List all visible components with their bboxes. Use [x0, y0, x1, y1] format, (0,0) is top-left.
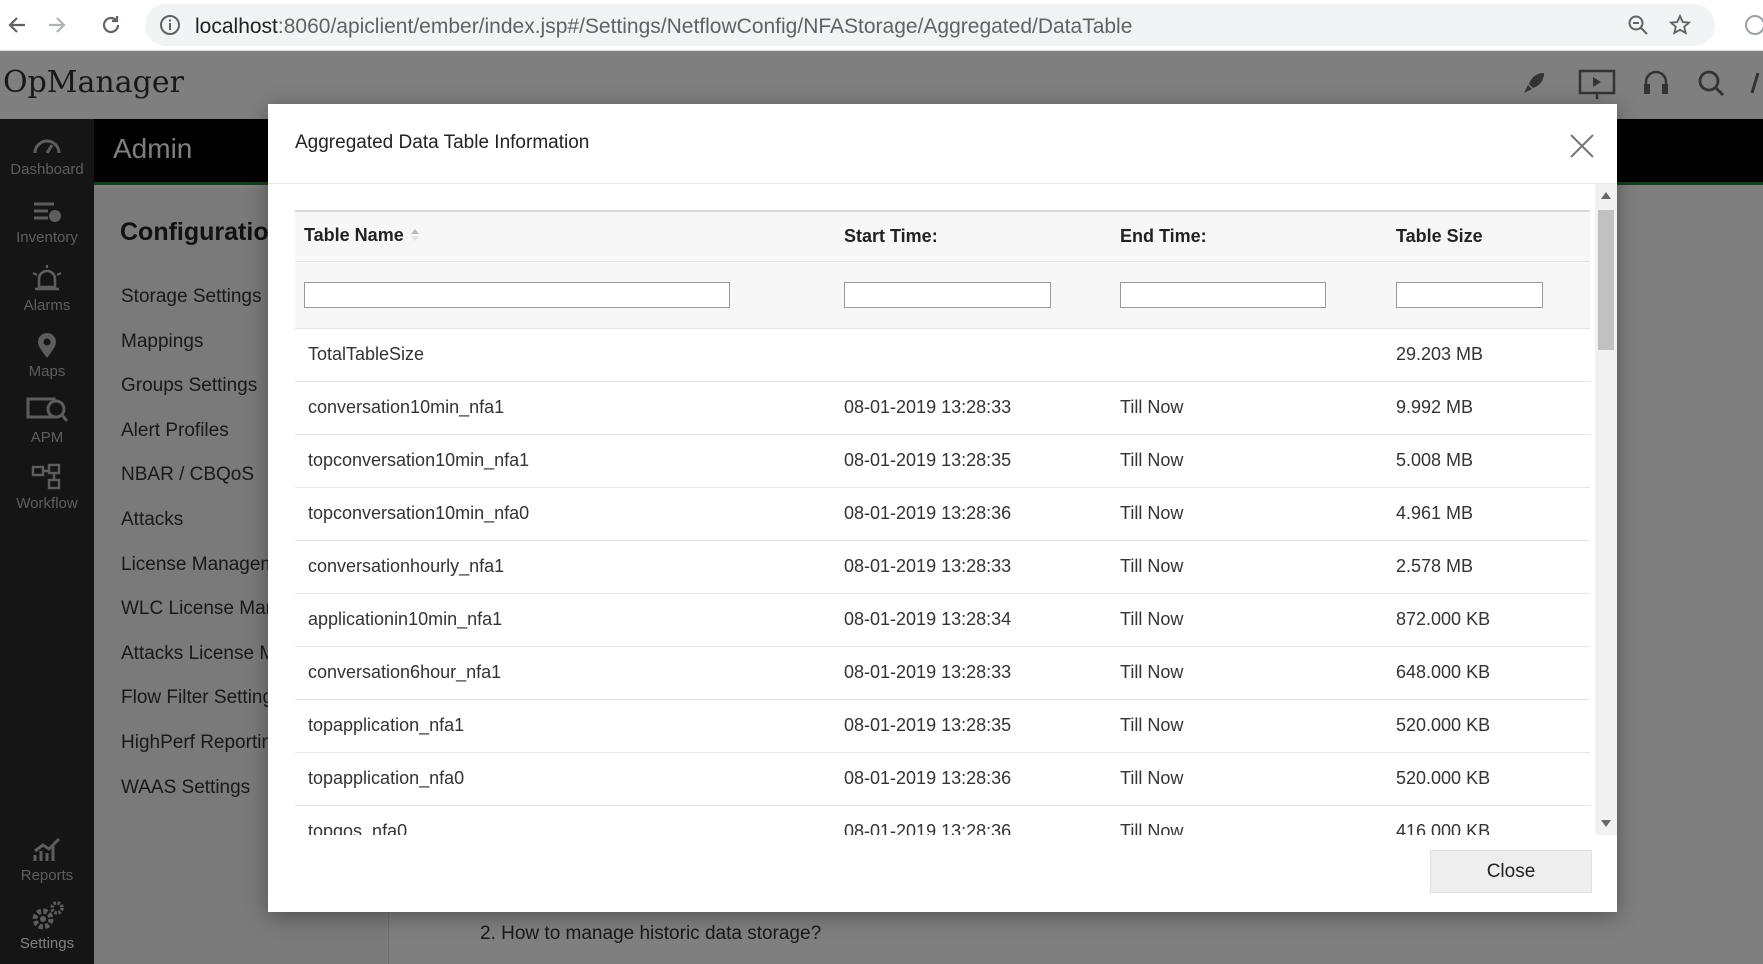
- cell-end-time: Till Now: [1111, 752, 1387, 806]
- close-button[interactable]: Close: [1430, 850, 1592, 893]
- modal-title: Aggregated Data Table Information: [295, 132, 590, 153]
- cell-table-size: 648.000 KB: [1387, 646, 1590, 700]
- cell-start-time: 08-01-2019 13:28:35: [835, 699, 1111, 753]
- data-table-modal: Aggregated Data Table Information Table …: [268, 104, 1617, 912]
- cell-table-size: 4.961 MB: [1387, 487, 1590, 541]
- cell-table-size: 9.992 MB: [1387, 381, 1590, 435]
- cell-table-size: 29.203 MB: [1387, 328, 1590, 382]
- url-host: localhost: [195, 15, 278, 38]
- cell-table-size: 520.000 KB: [1387, 752, 1590, 806]
- column-header-start-time[interactable]: Start Time:: [835, 210, 1111, 262]
- info-icon[interactable]: [159, 14, 181, 41]
- cell-table-size: 872.000 KB: [1387, 593, 1590, 647]
- filter-table-size-input[interactable]: [1396, 281, 1543, 308]
- cell-start-time: [835, 328, 1111, 382]
- cell-table-size: 416.000 KB: [1387, 805, 1590, 835]
- reload-icon[interactable]: [96, 10, 126, 40]
- column-header-label: Table Name: [304, 225, 404, 246]
- star-icon[interactable]: [1668, 13, 1692, 41]
- column-header-table-size[interactable]: Table Size: [1387, 210, 1590, 262]
- cell-start-time: 08-01-2019 13:28:35: [835, 434, 1111, 488]
- cell-end-time: Till Now: [1111, 699, 1387, 753]
- filter-end-time-input[interactable]: [1120, 281, 1326, 308]
- cell-end-time: Till Now: [1111, 540, 1387, 594]
- table-row[interactable]: topapplication_nfa0 08-01-2019 13:28:36 Ti…: [295, 752, 1590, 806]
- back-arrow-icon[interactable]: [2, 10, 32, 40]
- filter-start-time-input[interactable]: [844, 281, 1051, 308]
- table-row[interactable]: TotalTableSize 29.203 MB: [295, 328, 1590, 382]
- filter-row: [295, 261, 1590, 329]
- cell-end-time: [1111, 328, 1387, 382]
- table-row[interactable]: topconversation10min_nfa0 08-01-2019 13:2…: [295, 487, 1590, 541]
- cell-table-size: 2.578 MB: [1387, 540, 1590, 594]
- cell-start-time: 08-01-2019 13:28:34: [835, 593, 1111, 647]
- filter-table-name-input[interactable]: [304, 281, 730, 308]
- cell-table-name: conversation6hour_nfa1: [295, 646, 835, 700]
- vertical-scrollbar[interactable]: [1595, 184, 1617, 835]
- table-container[interactable]: Table Name Start Time: End Time: Table S…: [295, 210, 1590, 835]
- scrollbar-thumb[interactable]: [1598, 210, 1614, 350]
- cell-table-size: 520.000 KB: [1387, 699, 1590, 753]
- cell-end-time: Till Now: [1111, 646, 1387, 700]
- address-bar[interactable]: localhost:8060/apiclient/ember/index.jsp…: [145, 4, 1715, 46]
- cell-table-name: conversationhourly_nfa1: [295, 540, 835, 594]
- cell-table-name: topconversation10min_nfa1: [295, 434, 835, 488]
- sort-arrows-icon[interactable]: [410, 226, 420, 247]
- url-text: localhost:8060/apiclient/ember/index.jsp…: [195, 15, 1132, 39]
- table-header-row: Table Name Start Time: End Time: Table S…: [295, 210, 1590, 262]
- cell-end-time: Till Now: [1111, 487, 1387, 541]
- scroll-down-arrow-icon[interactable]: [1600, 818, 1612, 828]
- cell-table-name: topapplication_nfa0: [295, 752, 835, 806]
- cell-end-time: Till Now: [1111, 381, 1387, 435]
- cell-start-time: 08-01-2019 13:28:36: [835, 487, 1111, 541]
- table-row[interactable]: topconversation10min_nfa1 08-01-2019 13:2…: [295, 434, 1590, 488]
- close-icon[interactable]: [1565, 129, 1599, 163]
- cell-table-name: conversation10min_nfa1: [295, 381, 835, 435]
- cell-end-time: Till Now: [1111, 805, 1387, 835]
- table-row[interactable]: topapplication_nfa1 08-01-2019 13:28:35 Ti…: [295, 699, 1590, 753]
- modal-header: Aggregated Data Table Information: [268, 104, 1617, 184]
- table-row[interactable]: conversationhourly_nfa1 08-01-2019 13:28:…: [295, 540, 1590, 594]
- cell-start-time: 08-01-2019 13:28:33: [835, 381, 1111, 435]
- aggregated-data-table: Table Name Start Time: End Time: Table S…: [295, 210, 1590, 835]
- zoom-icon[interactable]: [1627, 14, 1649, 41]
- table-row[interactable]: conversation6hour_nfa1 08-01-2019 13:28:3…: [295, 646, 1590, 700]
- cell-start-time: 08-01-2019 13:28:33: [835, 646, 1111, 700]
- cell-start-time: 08-01-2019 13:28:36: [835, 752, 1111, 806]
- cell-end-time: Till Now: [1111, 593, 1387, 647]
- profile-icon[interactable]: [1740, 10, 1763, 40]
- cell-table-name: topconversation10min_nfa0: [295, 487, 835, 541]
- cell-start-time: 08-01-2019 13:28:36: [835, 805, 1111, 835]
- table-row[interactable]: applicationin10min_nfa1 08-01-2019 13:28:…: [295, 593, 1590, 647]
- cell-table-name: applicationin10min_nfa1: [295, 593, 835, 647]
- column-header-table-name[interactable]: Table Name: [295, 210, 835, 262]
- cell-table-name: TotalTableSize: [295, 328, 835, 382]
- cell-end-time: Till Now: [1111, 434, 1387, 488]
- cell-table-size: 5.008 MB: [1387, 434, 1590, 488]
- table-row[interactable]: topqos_nfa0 08-01-2019 13:28:36 Till Now 41…: [295, 805, 1590, 835]
- forward-arrow-icon[interactable]: [42, 10, 72, 40]
- column-header-end-time[interactable]: End Time:: [1111, 210, 1387, 262]
- cell-table-name: topapplication_nfa1: [295, 699, 835, 753]
- table-row[interactable]: conversation10min_nfa1 08-01-2019 13:28:3…: [295, 381, 1590, 435]
- scroll-up-arrow-icon[interactable]: [1600, 191, 1612, 201]
- browser-toolbar: localhost:8060/apiclient/ember/index.jsp…: [0, 0, 1763, 51]
- url-path: :8060/apiclient/ember/index.jsp#/Setting…: [277, 15, 1133, 38]
- cell-table-name: topqos_nfa0: [295, 805, 835, 835]
- cell-start-time: 08-01-2019 13:28:33: [835, 540, 1111, 594]
